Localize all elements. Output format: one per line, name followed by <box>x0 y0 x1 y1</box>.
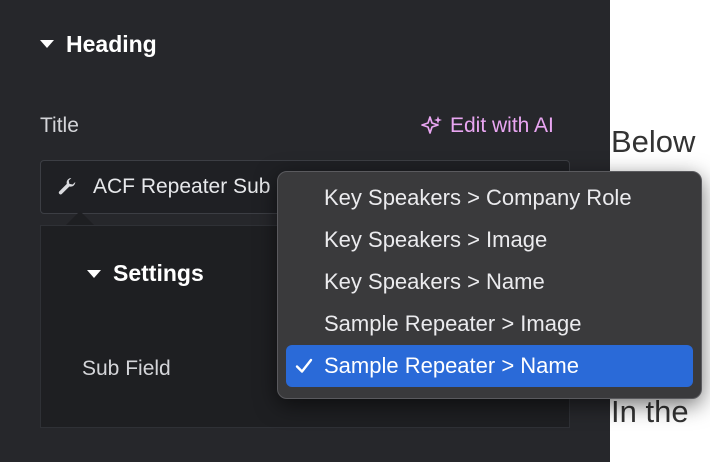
title-label: Title <box>40 114 79 137</box>
dropdown-option[interactable]: Key Speakers > Name <box>286 261 693 303</box>
caret-down-icon <box>40 40 54 48</box>
popover-arrow <box>66 211 94 225</box>
dropdown-option-label: Key Speakers > Image <box>324 227 548 252</box>
dropdown-option-selected[interactable]: Sample Repeater > Name <box>286 345 693 387</box>
settings-section-toggle[interactable]: Settings <box>87 260 204 287</box>
heading-section-toggle[interactable]: Heading <box>40 28 157 60</box>
sub-field-label: Sub Field <box>82 357 171 380</box>
section-title: Heading <box>66 30 157 57</box>
sub-field-dropdown-menu: Key Speakers > Company Role Key Speakers… <box>277 171 702 399</box>
dropdown-option[interactable]: Key Speakers > Image <box>286 219 693 261</box>
dropdown-option[interactable]: Key Speakers > Company Role <box>286 177 693 219</box>
dropdown-option-label: Key Speakers > Company Role <box>324 185 632 210</box>
dropdown-option[interactable]: Sample Repeater > Image <box>286 303 693 345</box>
wrench-icon[interactable] <box>41 176 93 198</box>
checkmark-icon <box>295 358 313 373</box>
dropdown-option-label: Sample Repeater > Image <box>324 311 582 336</box>
edit-with-ai-label: Edit with AI <box>450 114 554 137</box>
dropdown-option-label: Key Speakers > Name <box>324 269 545 294</box>
page-text-line: In the <box>611 394 689 429</box>
edit-with-ai-button[interactable]: Edit with AI <box>420 114 554 138</box>
sparkle-icon <box>421 116 442 134</box>
caret-down-icon <box>87 269 101 278</box>
settings-title: Settings <box>113 260 204 286</box>
dropdown-option-label: Sample Repeater > Name <box>324 353 579 378</box>
page-text-line: Below <box>611 124 696 159</box>
